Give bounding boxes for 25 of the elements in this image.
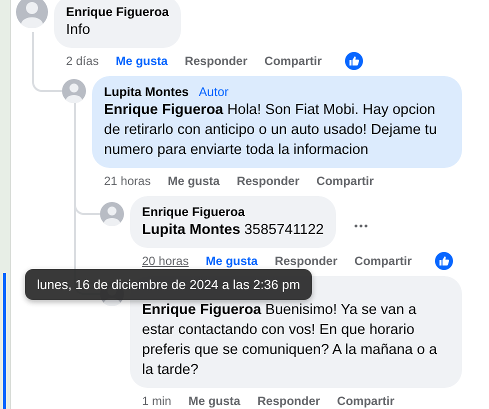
comment-text: Lupita Montes 3585741122 [142, 221, 324, 240]
like-link[interactable]: Me gusta [206, 254, 258, 268]
reply-link[interactable]: Responder [257, 394, 320, 408]
share-link[interactable]: Compartir [337, 394, 394, 408]
timestamp-link[interactable]: 20 horas [142, 254, 189, 268]
reply-link[interactable]: Responder [184, 54, 248, 68]
like-link[interactable]: Me gusta [168, 174, 220, 188]
comment-text: Enrique Figueroa Buenisimo! Ya se van a estar contactando con vos! En que horario preferis que se comuniquen? A la mañana o a la tarde? [142, 301, 438, 380]
share-link[interactable]: Compartir [316, 174, 374, 188]
date-tooltip: lunes, 16 de diciembre de 2024 a las 2:36 pm [25, 269, 312, 300]
share-link[interactable]: Compartir [354, 254, 412, 268]
author-link[interactable]: Enrique Figueroa [142, 204, 245, 220]
comment-text: Enrique Figueroa Hola! Son Fiat Mobi. Hay opcion de retirarlo con anticipo o un auto usado! Dejame tu numero para enviarte toda la informacion [104, 101, 438, 160]
author-link[interactable]: Lupita Montes [104, 84, 189, 100]
timestamp-link[interactable]: 2 días [66, 54, 99, 68]
author-link[interactable]: Enrique Figueroa [66, 4, 169, 20]
timestamp-link[interactable]: 21 horas [104, 174, 151, 188]
comment-text: Info [66, 21, 92, 40]
author-label: Autor [198, 84, 229, 100]
share-link[interactable]: Compartir [264, 54, 322, 68]
reply-link[interactable]: Responder [274, 254, 338, 268]
like-link[interactable]: Me gusta [116, 54, 168, 68]
reply-link[interactable]: Responder [236, 174, 300, 188]
timestamp-link[interactable]: 1 min [142, 394, 172, 408]
like-link[interactable]: Me gusta [188, 394, 240, 408]
